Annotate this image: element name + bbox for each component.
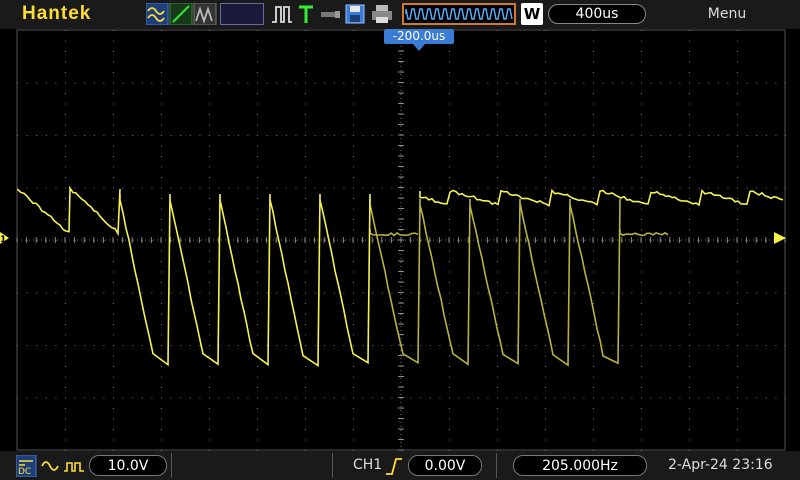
frequency-display: 205.000Hz: [513, 455, 647, 476]
printer-icon[interactable]: [370, 3, 394, 25]
rising-edge-icon: [384, 456, 404, 476]
usb-icon: [318, 3, 342, 25]
trigger-position-arrow-icon: [413, 44, 425, 51]
trigger-level-marker: [774, 232, 786, 244]
persistent-trace: [370, 199, 668, 365]
divider: [496, 453, 497, 478]
scope-grid-and-trace: 1: [0, 29, 800, 451]
floppy-save-icon[interactable]: [344, 3, 366, 25]
trigger-level-display[interactable]: 0.00V: [408, 455, 482, 476]
trigger-position-label[interactable]: -200.0us: [384, 29, 454, 44]
scope-display: 1 -200.0us: [0, 29, 800, 451]
trigger-channel-label: CH1: [353, 457, 382, 473]
timebase-display[interactable]: 400us: [548, 4, 646, 24]
status-display-box: [220, 3, 264, 25]
run-pulse-icon[interactable]: [270, 3, 294, 25]
datetime-display: 2-Apr-24 23:16: [668, 457, 773, 473]
divider: [332, 453, 333, 478]
waveform-type-icons[interactable]: [146, 3, 218, 25]
bottom-status-bar: DC 10.0V CH1 0.00V 205.000Hz 2-Apr-24 23…: [0, 451, 800, 480]
trigger-icon[interactable]: [296, 3, 316, 25]
svg-text:1: 1: [0, 235, 6, 245]
divider: [171, 453, 172, 478]
brand-logo: Hantek: [22, 3, 91, 25]
acquire-mode-box[interactable]: W: [521, 3, 543, 25]
memory-waveform-preview[interactable]: [402, 3, 516, 25]
vertical-scale-display[interactable]: 10.0V: [89, 455, 167, 476]
top-status-bar: Hantek W 400us Menu: [0, 0, 800, 29]
coupling-label: DC: [18, 467, 31, 477]
menu-button[interactable]: Menu: [696, 6, 758, 22]
